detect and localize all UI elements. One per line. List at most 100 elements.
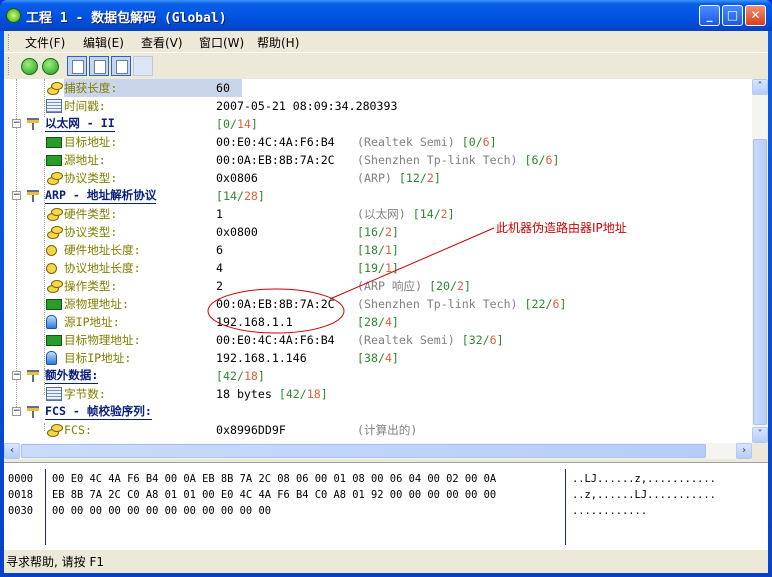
computer-icon — [46, 315, 57, 329]
menu-edit[interactable]: 编辑(E) — [83, 34, 124, 51]
collapse-toggle[interactable]: − — [12, 371, 21, 380]
tree-field-row[interactable]: 协议类型: 0x0800 [16/2] — [4, 223, 752, 241]
menu-help[interactable]: 帮助(H) — [257, 34, 299, 51]
range-close: ] — [391, 225, 399, 239]
coins-icon — [46, 81, 63, 95]
tree-section-row[interactable]: − 以太网 - II [0/14] — [4, 115, 752, 133]
back-arrow-icon[interactable] — [21, 58, 38, 75]
forward-arrow-icon[interactable] — [42, 58, 59, 75]
field-note: [28/4] — [357, 313, 399, 331]
decode-view-icon[interactable] — [67, 56, 87, 76]
field-value: 6 — [216, 241, 223, 259]
hex-bytes[interactable]: 00 E0 4C 4A F6 B4 00 0A EB 8B 7A 2C 08 0… — [52, 471, 496, 487]
hex-ascii[interactable]: ............ — [572, 503, 647, 519]
scroll-left-button[interactable]: ‹ — [4, 443, 20, 459]
field-note: (以太网) [14/2] — [357, 205, 455, 223]
scroll-right-button[interactable]: › — [736, 443, 752, 459]
range-close: ] — [496, 333, 504, 347]
tree-field-row[interactable]: 源IP地址: 192.168.1.1 [28/4] — [4, 313, 752, 331]
scroll-thumb[interactable] — [753, 139, 767, 425]
tree-field-row[interactable]: 协议地址长度: 4 [19/1] — [4, 259, 752, 277]
collapse-toggle[interactable]: − — [12, 407, 21, 416]
tree-section-row[interactable]: − FCS - 帧校验序列: — [4, 403, 752, 421]
range-offset: 6 — [531, 153, 539, 167]
range-open: [ — [357, 351, 364, 365]
field-value: 4 — [216, 259, 223, 277]
range-close: ] — [391, 315, 399, 329]
tree-field-row[interactable]: 捕获长度: 60 — [4, 79, 752, 97]
tree-field-row[interactable]: 源物理地址: 00:0A:EB:8B:7A:2C (Shenzhen Tp-link… — [4, 295, 752, 313]
scroll-corner — [752, 443, 768, 459]
range-offset: 38 — [363, 351, 378, 365]
columns-view-icon[interactable] — [133, 56, 153, 76]
tree-field-row[interactable]: 硬件类型: 1 (以太网) [14/2] — [4, 205, 752, 223]
hex-ascii[interactable]: ..z,......LJ........... — [572, 487, 716, 503]
tree-section-row[interactable]: − ARP - 地址解析协议 [14/28] — [4, 187, 752, 205]
hex-view-icon[interactable] — [89, 56, 109, 76]
value-text: 0x8996DD9F — [216, 423, 286, 437]
menu-window[interactable]: 窗口(W) — [199, 34, 244, 51]
range-length: 18 — [306, 387, 321, 401]
section-label: 额外数据: — [45, 368, 99, 384]
title-bar[interactable]: 工程 1 - 数据包解码 (Global) _ □ ✕ — [0, 0, 772, 31]
range-offset: 28 — [363, 315, 378, 329]
range-close: ] — [552, 153, 560, 167]
status-bar: 寻求帮助, 请按 F1 — [4, 552, 768, 573]
collapse-toggle[interactable]: − — [12, 119, 21, 128]
range-close: ] — [559, 297, 567, 311]
menu-file[interactable]: 文件(F) — [25, 34, 65, 51]
range-offset: 22 — [531, 297, 546, 311]
close-button[interactable]: ✕ — [745, 5, 766, 26]
range-open: [ — [216, 117, 223, 131]
scroll-up-button[interactable]: ˄ — [752, 79, 768, 95]
tree-section-row[interactable]: − 额外数据: [42/18] — [4, 367, 752, 385]
minimize-button[interactable]: _ — [699, 5, 720, 26]
tree-field-row[interactable]: 源地址: 00:0A:EB:8B:7A:2C (Shenzhen Tp-link T… — [4, 151, 752, 169]
hscroll-thumb[interactable] — [21, 444, 706, 458]
tree-field-row[interactable]: 时间戳: 2007-05-21 08:09:34.280393 — [4, 97, 752, 115]
tree-horizontal-scrollbar[interactable]: ‹ › — [4, 443, 752, 459]
range-close: ] — [250, 117, 258, 131]
field-label: 源IP地址: — [64, 315, 120, 329]
field-label: 目标地址: — [64, 135, 118, 149]
tree-field-row[interactable]: 字节数: 18 bytes [42/18] — [4, 385, 752, 403]
hex-bytes[interactable]: EB 8B 7A 2C C0 A8 01 01 00 E0 4C 4A F6 B… — [52, 487, 496, 503]
range-slash: / — [433, 207, 441, 221]
field-label: 协议地址长度: — [64, 261, 141, 275]
list-view-icon[interactable] — [111, 56, 131, 76]
app-icon[interactable] — [6, 8, 21, 23]
range-offset: 0 — [468, 135, 476, 149]
tree-field-row[interactable]: 目标地址: 00:E0:4C:4A:F6:B4 (Realtek Semi) [0/… — [4, 133, 752, 151]
range-slash: / — [419, 171, 427, 185]
field-label: 字节数: — [64, 387, 106, 401]
field-note: [16/2] — [357, 223, 399, 241]
decode-tree[interactable]: 捕获长度: 60 时间戳: 2007-05-21 08:09:34.280393 − 以太… — [4, 79, 752, 443]
tree-vertical-scrollbar[interactable]: ˄ ˅ — [752, 79, 768, 443]
tree-field-row[interactable]: 协议类型: 0x0806 (ARP) [12/2] — [4, 169, 752, 187]
tree-field-row[interactable]: 目标物理地址: 00:E0:4C:4A:F6:B4 (Realtek Semi) [… — [4, 331, 752, 349]
hex-pane[interactable]: 0000 00 E0 4C 4A F6 B4 00 0A EB 8B 7A 2C … — [4, 462, 768, 550]
tree-field-row[interactable]: 操作类型: 2 (ARP 响应) [20/2] — [4, 277, 752, 295]
scroll-down-button[interactable]: ˅ — [752, 427, 768, 443]
range-offset: 32 — [468, 333, 483, 347]
protocol-icon — [26, 117, 40, 131]
tree-field-row[interactable]: 目标IP地址: 192.168.1.146 [38/4] — [4, 349, 752, 367]
hex-ascii[interactable]: ..LJ......z,........... — [572, 471, 716, 487]
hex-bytes[interactable]: 00 00 00 00 00 00 00 00 00 00 00 00 — [52, 503, 271, 519]
value-text: 60 — [216, 81, 230, 95]
range-open: [ — [357, 243, 364, 257]
range-slash: / — [229, 117, 237, 131]
field-value: 0x0800 — [216, 223, 258, 241]
range-length: 1 — [384, 261, 392, 275]
value-text: 2 — [216, 279, 223, 293]
tree-field-row[interactable]: 硬件地址长度: 6 [18/1] — [4, 241, 752, 259]
hex-offset: 0030 — [8, 505, 34, 517]
maximize-button[interactable]: □ — [722, 5, 743, 26]
tree-field-row[interactable]: FCS: 0x8996DD9F (计算出的) — [4, 421, 752, 439]
collapse-toggle[interactable]: − — [12, 191, 21, 200]
range-offset: 14 — [222, 189, 237, 203]
menu-view[interactable]: 查看(V) — [141, 34, 183, 51]
coins-icon — [46, 225, 63, 239]
field-note: (Shenzhen Tp-link Tech) [6/6] — [357, 151, 559, 169]
range-offset: 18 — [363, 243, 378, 257]
